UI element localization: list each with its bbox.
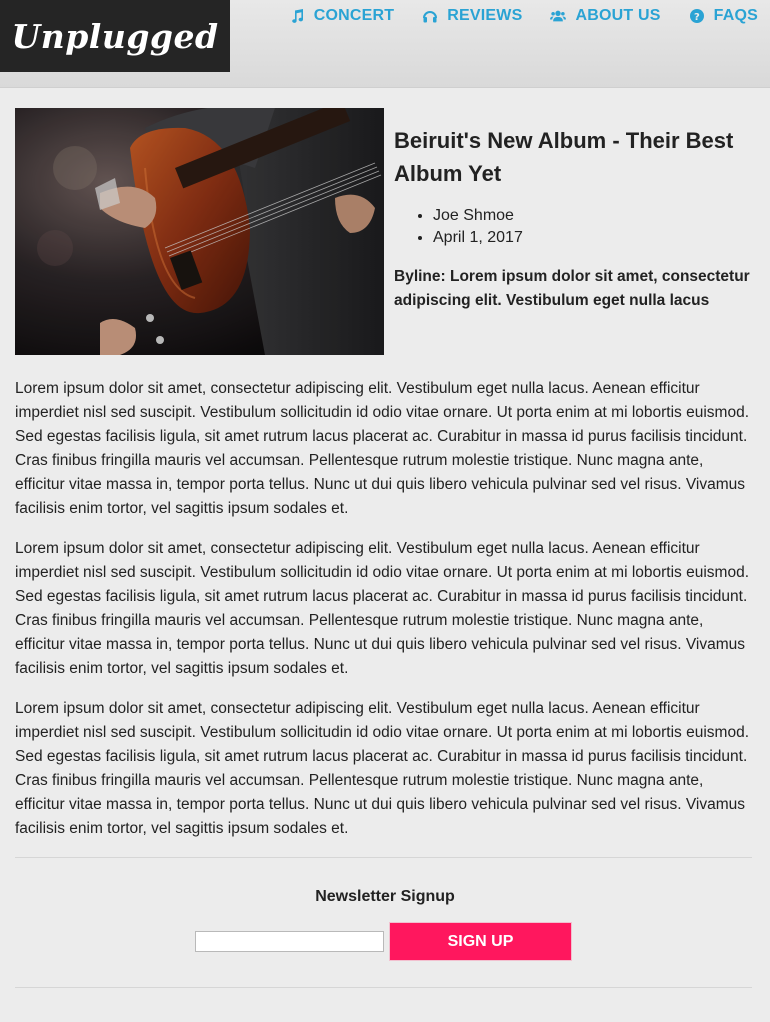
- body-paragraph: Lorem ipsum dolor sit amet, consectetur …: [15, 380, 750, 517]
- music-note-icon: [289, 8, 305, 24]
- article-title: Beiruit's New Album - Their Best Album Y…: [394, 128, 734, 186]
- nav-label: ABOUT US: [575, 7, 661, 24]
- svg-text:?: ?: [694, 12, 700, 23]
- site-header: Unplugged CONCERT REVIEWS ABOUT US ? FAQ…: [0, 0, 770, 88]
- newsletter-email-input[interactable]: [195, 931, 384, 952]
- site-logo[interactable]: Unplugged: [0, 0, 230, 72]
- nav-label: CONCERT: [313, 7, 395, 24]
- article-date: April 1, 2017: [433, 227, 752, 249]
- article-meta-list: Joe Shmoe April 1, 2017: [433, 205, 752, 249]
- question-circle-icon: ?: [689, 8, 705, 24]
- nav-label: FAQS: [713, 7, 758, 24]
- article-byline: Byline: Lorem ipsum dolor sit amet, cons…: [394, 268, 750, 309]
- body-paragraph: Lorem ipsum dolor sit amet, consectetur …: [15, 540, 750, 677]
- article-body: Lorem ipsum dolor sit amet, consectetur …: [15, 377, 752, 857]
- divider: [15, 987, 752, 988]
- users-icon: [550, 8, 567, 24]
- nav-link-concert[interactable]: CONCERT: [289, 7, 395, 25]
- nav-label: REVIEWS: [447, 7, 523, 24]
- main-nav: CONCERT REVIEWS ABOUT US ? FAQS: [289, 7, 758, 25]
- logo-text: Unplugged: [11, 16, 219, 56]
- article-image: [15, 108, 384, 355]
- headphones-icon: [422, 8, 438, 24]
- nav-link-about-us[interactable]: ABOUT US: [550, 7, 660, 25]
- body-paragraph: Lorem ipsum dolor sit amet, consectetur …: [15, 700, 750, 837]
- nav-link-faqs[interactable]: ? FAQS: [689, 7, 758, 25]
- article-author: Joe Shmoe: [433, 205, 752, 227]
- guitar-photo: [15, 108, 384, 355]
- nav-link-reviews[interactable]: REVIEWS: [422, 7, 522, 25]
- article-header: Beiruit's New Album - Their Best Album Y…: [394, 124, 752, 313]
- divider: [15, 857, 752, 858]
- signup-button[interactable]: SIGN UP: [389, 922, 572, 961]
- newsletter-title: Newsletter Signup: [315, 888, 455, 905]
